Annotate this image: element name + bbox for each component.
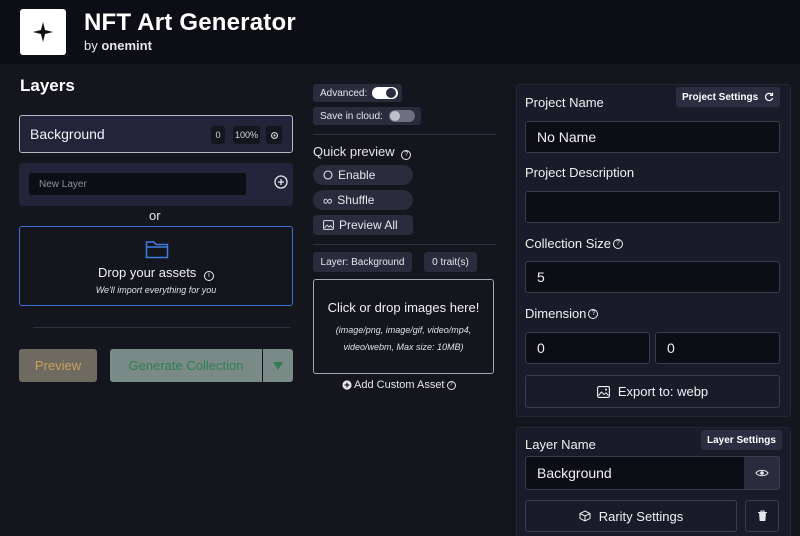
divider — [313, 244, 496, 245]
advanced-label: Advanced: — [320, 87, 368, 99]
generate-collection-button[interactable]: Generate Collection — [110, 349, 262, 382]
info-icon[interactable]: ? — [588, 308, 599, 319]
info-icon[interactable]: ? — [613, 238, 623, 249]
traits-tag: 0 trait(s) — [424, 252, 477, 272]
eye-icon — [754, 469, 769, 477]
folder-icon — [145, 241, 169, 259]
shuffle-button[interactable]: ∞ Shuffle — [313, 190, 413, 210]
collection-size-label-text: Collection Size — [525, 236, 611, 251]
delete-layer-button[interactable] — [745, 500, 779, 532]
layer-tag: Layer: Background — [313, 252, 412, 272]
image-icon — [596, 385, 610, 398]
plus-circle-icon — [342, 380, 352, 390]
refresh-icon[interactable] — [764, 92, 774, 102]
project-description-label: Project Description — [525, 165, 635, 180]
rarity-settings-button[interactable]: Rarity Settings — [525, 500, 737, 532]
image-icon — [323, 220, 334, 230]
toggle-visibility-button[interactable] — [744, 456, 780, 490]
save-cloud-toggle-row: Save in cloud: — [313, 107, 421, 125]
project-name-label: Project Name — [525, 95, 604, 110]
advanced-switch[interactable] — [372, 87, 398, 99]
caret-down-icon — [273, 361, 283, 370]
drop-images-subtitle: (image/png, image/gif, video/mp4, video/… — [335, 325, 472, 353]
drop-assets-title: Drop your assets i — [20, 265, 292, 281]
save-cloud-label: Save in cloud: — [320, 110, 383, 122]
cube-icon — [579, 510, 591, 522]
app-header: NFT Art Generator by onemint — [0, 0, 800, 64]
generate-options-button[interactable] — [263, 349, 293, 382]
circle-icon — [323, 170, 333, 180]
layer-name-input[interactable] — [525, 456, 745, 490]
layer-name: Background — [30, 126, 105, 142]
add-custom-asset-label: Add Custom Asset — [354, 379, 445, 391]
drop-images-title: Click or drop images here! — [327, 300, 480, 315]
layers-title: Layers — [20, 76, 75, 95]
gear-icon — [270, 131, 278, 139]
advanced-toggle-row: Advanced: — [313, 84, 402, 102]
drop-images-zone[interactable]: Click or drop images here! (image/png, i… — [313, 279, 494, 374]
add-custom-asset-link[interactable]: Add Custom Asset ? — [342, 379, 456, 391]
by-prefix: by — [84, 38, 98, 53]
app-title: NFT Art Generator — [84, 9, 296, 36]
layer-trait-count: 0 — [211, 126, 225, 144]
new-layer-input[interactable] — [29, 173, 246, 195]
enable-label: Enable — [338, 168, 376, 182]
new-layer-box — [19, 163, 293, 206]
info-icon[interactable]: i — [203, 270, 214, 281]
preview-button[interactable]: Preview — [19, 349, 97, 382]
collection-size-label: Collection Size ? — [525, 236, 623, 251]
info-icon[interactable]: ? — [446, 380, 456, 390]
drop-assets-subtitle: We'll import everything for you — [95, 285, 217, 295]
drop-assets-title-text: Drop your assets — [98, 265, 197, 280]
info-icon[interactable]: ? — [401, 149, 412, 160]
layer-settings-badge[interactable]: Layer Settings — [701, 430, 782, 450]
quick-preview-title-text: Quick preview — [313, 144, 395, 159]
layer-rarity-percent: 100% — [233, 126, 260, 144]
dimension-height-input[interactable] — [655, 332, 780, 364]
dimension-label-text: Dimension — [525, 306, 587, 321]
shuffle-label: Shuffle — [337, 193, 375, 207]
preview-all-label: Preview All — [339, 218, 398, 232]
drop-assets-zone[interactable]: Drop your assets i We'll import everythi… — [19, 226, 293, 306]
trash-icon — [757, 510, 767, 521]
infinity-icon: ∞ — [323, 192, 333, 208]
rarity-settings-label: Rarity Settings — [598, 508, 684, 524]
project-description-input[interactable] — [525, 191, 780, 223]
dimension-width-input[interactable] — [525, 332, 650, 364]
collection-size-input[interactable] — [525, 261, 780, 293]
dimension-label: Dimension ? — [525, 306, 599, 321]
layer-settings-button[interactable] — [266, 126, 282, 144]
divider — [33, 327, 291, 328]
quick-preview-title: Quick preview ? — [313, 144, 412, 160]
export-button[interactable]: Export to: webp — [525, 375, 780, 408]
or-separator: or — [149, 208, 161, 223]
divider — [313, 134, 496, 135]
layer-name-label: Layer Name — [525, 437, 596, 452]
brand-name[interactable]: onemint — [101, 38, 152, 53]
app-logo[interactable] — [20, 9, 66, 55]
export-label: Export to: webp — [617, 384, 709, 399]
save-cloud-switch[interactable] — [389, 110, 415, 122]
preview-all-button[interactable]: Preview All — [313, 215, 413, 235]
project-name-input[interactable] — [525, 121, 780, 153]
project-settings-badge-label: Project Settings — [682, 91, 759, 103]
enable-preview-button[interactable]: Enable — [313, 165, 413, 185]
project-settings-badge[interactable]: Project Settings — [676, 87, 781, 107]
app-subtitle: by onemint — [84, 38, 152, 53]
sparkle-icon — [32, 21, 54, 43]
add-layer-icon[interactable] — [274, 175, 288, 189]
layer-item-background[interactable]: Background 0 100% — [19, 115, 293, 153]
